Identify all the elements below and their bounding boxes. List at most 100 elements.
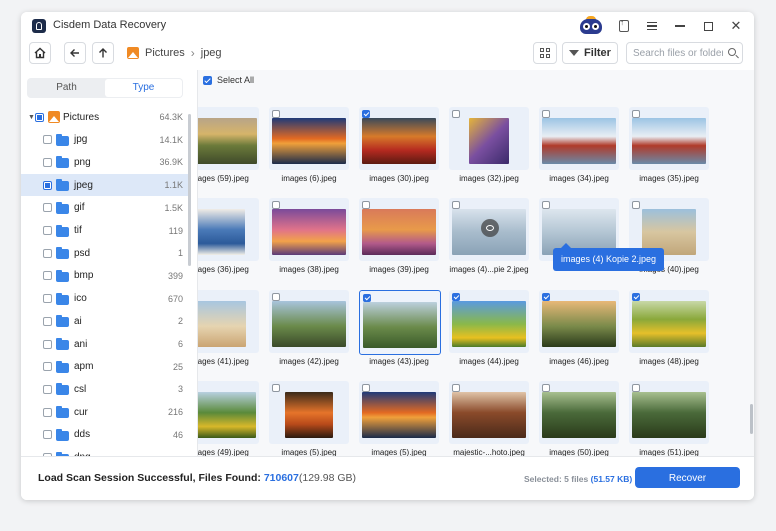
file-checkbox[interactable] (632, 293, 640, 301)
file-thumbnail[interactable] (272, 118, 346, 164)
tree-checkbox[interactable] (43, 339, 52, 349)
tree-checkbox[interactable] (43, 271, 52, 281)
file-checkbox[interactable] (272, 293, 280, 301)
file-checkbox[interactable] (362, 201, 370, 209)
file-tile[interactable] (198, 381, 259, 444)
tree-item-pictures[interactable]: ▼ Pictures 64.3K (21, 106, 189, 128)
file-checkbox[interactable] (632, 201, 640, 209)
tree-checkbox[interactable] (43, 294, 52, 304)
search-box[interactable] (626, 42, 743, 64)
tree-checkbox[interactable] (43, 157, 52, 167)
grid-view-button[interactable] (533, 42, 557, 64)
file-checkbox[interactable] (452, 201, 460, 209)
tree-checkbox[interactable] (43, 180, 52, 190)
tree-checkbox[interactable] (43, 362, 52, 372)
tree-item-dds[interactable]: dds 46 (21, 424, 189, 446)
tree-checkbox[interactable] (43, 248, 52, 258)
file-thumbnail[interactable] (198, 209, 245, 255)
preview-eye-icon[interactable] (481, 219, 499, 237)
select-all-checkbox[interactable] (203, 75, 212, 85)
tree-item-ani[interactable]: ani 6 (21, 333, 189, 355)
file-thumbnail[interactable] (362, 392, 436, 438)
tree-checkbox[interactable] (43, 226, 52, 235)
tree-checkbox[interactable] (43, 203, 52, 213)
tree-checkbox[interactable] (43, 407, 52, 417)
file-tile[interactable] (269, 381, 349, 444)
tree-checkbox[interactable] (35, 112, 44, 122)
upgrade-icon[interactable] (616, 15, 632, 37)
file-thumbnail[interactable] (632, 392, 706, 438)
file-checkbox[interactable] (632, 110, 640, 118)
file-tile[interactable] (449, 198, 529, 261)
file-tile[interactable] (198, 290, 259, 353)
file-thumbnail[interactable] (198, 118, 257, 164)
tree-checkbox[interactable] (43, 316, 52, 326)
file-thumbnail[interactable] (363, 302, 437, 348)
tree-item-jpg[interactable]: jpg 14.1K (21, 129, 189, 151)
tree-checkbox[interactable] (43, 384, 52, 394)
breadcrumb-jpeg[interactable]: jpeg (201, 47, 222, 59)
mascot-icon[interactable] (578, 16, 604, 36)
file-tile[interactable] (198, 198, 259, 261)
file-tile[interactable] (539, 381, 619, 444)
tree-item-tif[interactable]: tif 119 (21, 220, 189, 242)
chevron-down-icon[interactable]: ▼ (28, 114, 35, 121)
breadcrumb-pictures[interactable]: Pictures (145, 47, 185, 59)
file-checkbox[interactable] (272, 384, 280, 392)
file-thumbnail[interactable] (198, 301, 246, 347)
file-thumbnail[interactable] (362, 209, 436, 255)
up-button[interactable] (92, 42, 114, 64)
file-tile[interactable] (629, 290, 709, 353)
tree-item-apm[interactable]: apm 25 (21, 356, 189, 378)
file-tile[interactable] (269, 107, 349, 170)
tree-item-psd[interactable]: psd 1 (21, 242, 189, 264)
file-checkbox[interactable] (632, 384, 640, 392)
file-checkbox[interactable] (452, 384, 460, 392)
file-thumbnail[interactable] (198, 392, 256, 438)
file-checkbox[interactable] (452, 293, 460, 301)
tree-item-bmp[interactable]: bmp 399 (21, 265, 189, 287)
back-button[interactable] (64, 42, 86, 64)
file-tile[interactable] (359, 290, 441, 355)
sidebar-scrollbar[interactable] (188, 114, 191, 266)
file-thumbnail[interactable] (469, 118, 509, 164)
file-thumbnail[interactable] (542, 392, 616, 438)
file-checkbox[interactable] (362, 384, 370, 392)
file-checkbox[interactable] (272, 201, 280, 209)
file-tile[interactable] (539, 290, 619, 353)
minimize-button[interactable] (672, 15, 688, 37)
tree-item-ai[interactable]: ai 2 (21, 310, 189, 332)
tree-item-ico[interactable]: ico 670 (21, 288, 189, 310)
file-tile[interactable] (449, 107, 529, 170)
tree-checkbox[interactable] (43, 430, 52, 440)
file-tile[interactable] (269, 198, 349, 261)
file-thumbnail[interactable] (542, 301, 616, 347)
file-thumbnail[interactable] (272, 209, 346, 255)
file-tile[interactable] (359, 107, 439, 170)
filter-button[interactable]: Filter (562, 42, 618, 64)
file-checkbox[interactable] (542, 110, 550, 118)
file-tile[interactable] (449, 290, 529, 353)
tree-item-png[interactable]: png 36.9K (21, 151, 189, 173)
file-tile[interactable] (449, 381, 529, 444)
file-tile[interactable] (269, 290, 349, 353)
file-checkbox[interactable] (362, 110, 370, 118)
file-thumbnail[interactable] (452, 392, 526, 438)
file-thumbnail[interactable] (362, 118, 436, 164)
menu-icon[interactable] (644, 15, 660, 37)
file-thumbnail[interactable] (452, 301, 526, 347)
file-thumbnail[interactable] (632, 118, 706, 164)
home-button[interactable] (29, 42, 51, 64)
file-checkbox[interactable] (542, 384, 550, 392)
tree-item-jpeg[interactable]: jpeg 1.1K (21, 174, 189, 197)
file-checkbox[interactable] (272, 110, 280, 118)
maximize-button[interactable] (700, 15, 716, 37)
file-thumbnail[interactable] (272, 301, 346, 347)
file-tile[interactable] (359, 381, 439, 444)
close-button[interactable]: ✕ (728, 15, 744, 37)
tree-checkbox[interactable] (43, 135, 52, 145)
search-input[interactable] (633, 45, 723, 61)
file-tile[interactable] (629, 107, 709, 170)
file-checkbox[interactable] (363, 294, 371, 302)
file-tile[interactable] (198, 107, 259, 170)
